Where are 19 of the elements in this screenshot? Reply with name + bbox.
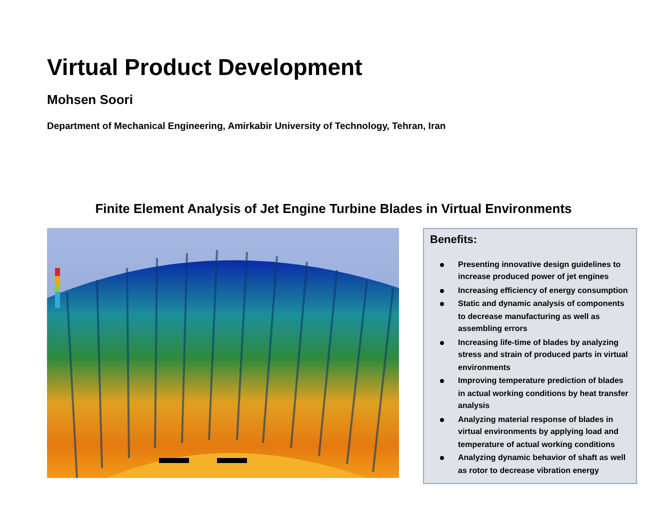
benefit-text: Analyzing material response of blades in virtual environments by applying load and temperature of actual working conditions — [458, 414, 620, 451]
bullet-icon — [440, 379, 444, 384]
bullet-icon — [440, 302, 444, 306]
benefit-text: Analyzing dynamic behavior of shaft as well as rotor to decrease vibration energy — [458, 452, 627, 477]
affiliation-text: Department of Mechanical Engineering, Amirkabir University of Technology, Tehran, Iran — [47, 120, 446, 134]
benefit-text: Increasing life-time of blades by analyzing stress and strain of produced parts in virtual environments — [458, 336, 629, 374]
figure-caption: Finite Element Analysis of Jet Engine Turbine Blades in Virtual Environments — [95, 200, 572, 218]
bullet-icon — [440, 456, 444, 460]
bullet-icon — [440, 288, 444, 293]
benefits-heading: Benefits: — [430, 233, 478, 248]
benefit-text: Presenting innovative design guidelines to increase produced power of jet engines — [458, 258, 622, 284]
benefit-text: Increasing efficiency of energy consumption — [458, 284, 628, 297]
bullet-icon — [440, 262, 444, 267]
benefit-text: Improving temperature prediction of blades in actual working conditions by heat transfer analysis — [458, 375, 630, 412]
document-title: Virtual Product Development — [47, 53, 362, 82]
benefit-text: Static and dynamic analysis of components to decrease manufacturing as well as assembling errors — [458, 298, 626, 336]
author-name: Mohsen Soori — [47, 91, 133, 109]
bullet-icon — [440, 418, 444, 422]
bullet-icon — [440, 340, 444, 345]
